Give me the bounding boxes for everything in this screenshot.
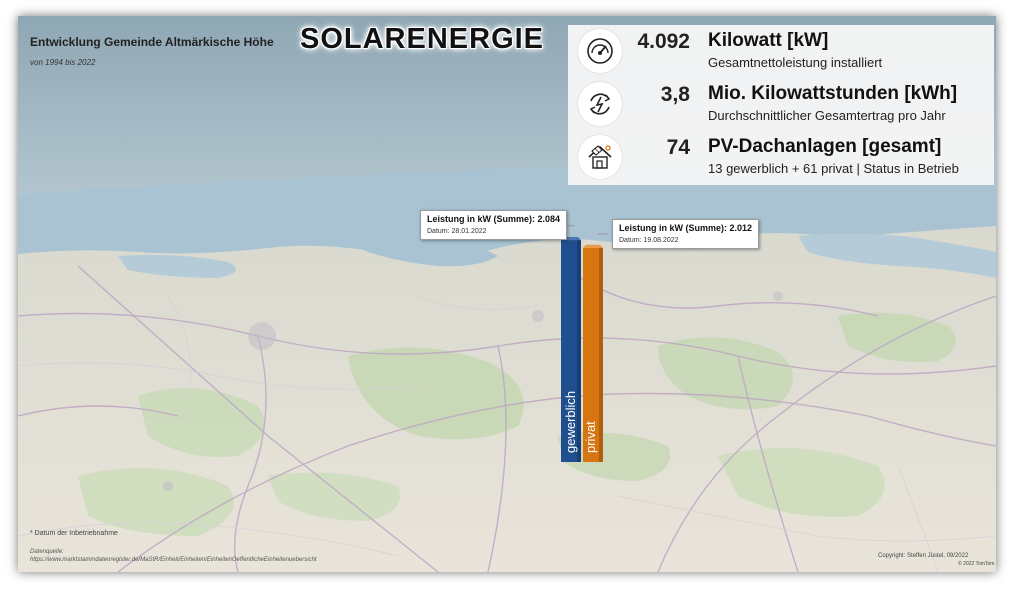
dashboard-frame: Entwicklung Gemeinde Altmärkische Höhe v… <box>18 16 996 572</box>
page-subtitle: von 1994 bis 2022 <box>30 58 96 67</box>
bar-label-privat: privat <box>583 421 598 453</box>
tooltip-title: Leistung in kW (Summe): 2.084 <box>427 214 561 224</box>
bar-shade-privat <box>599 247 603 462</box>
kpi-row-installations: 74 PV-Dachanlagen [gesamt] 13 gewerblich… <box>568 133 994 183</box>
tooltip-date: Datum: 19.08.2022 <box>619 237 679 244</box>
bar-cap-privat <box>583 244 603 248</box>
kpi-row-yield: 3,8 Mio. Kilowattstunden [kWh] Durchschn… <box>568 80 994 130</box>
kpi-row-power: 4.092 Kilowatt [kW] Gesamtnettoleistung … <box>568 27 994 77</box>
kpi-panel: 4.092 Kilowatt [kW] Gesamtnettoleistung … <box>568 25 994 185</box>
tooltip-privat: Leistung in kW (Summe): 2.012 Datum: 19.… <box>612 219 760 249</box>
solar-house-icon <box>578 135 622 179</box>
copyright: Copyright: Steffen Jüstel, 09/2022 <box>878 553 969 559</box>
kpi-value: 74 <box>666 136 690 159</box>
kpi-value: 4.092 <box>637 30 690 53</box>
kpi-value: 3,8 <box>660 83 690 106</box>
footnote: * Datum der Inbetriebnahme <box>30 530 118 537</box>
gauge-icon <box>578 29 622 73</box>
map-credit: © 2022 TomTom <box>958 561 995 567</box>
energy-cycle-icon <box>578 82 622 126</box>
tooltip-gewerblich: Leistung in kW (Summe): 2.084 Datum: 28.… <box>420 210 568 240</box>
tooltip-title: Leistung in kW (Summe): 2.012 <box>619 223 753 233</box>
bar-label-gewerblich: gewerblich <box>563 390 578 453</box>
kpi-unit: PV-Dachanlagen [gesamt] <box>708 136 942 157</box>
banner-title: SOLARENERGIE <box>300 23 545 55</box>
kpi-unit: Kilowatt [kW] <box>708 30 829 51</box>
page-title: Entwicklung Gemeinde Altmärkische Höhe <box>30 35 274 49</box>
tooltip-date: Datum: 28.01.2022 <box>427 228 487 235</box>
kpi-description: 13 gewerblich + 61 privat | Status in Be… <box>708 161 959 176</box>
kpi-description: Gesamtnettoleistung installiert <box>708 55 883 70</box>
kpi-description: Durchschnittlicher Gesamtertrag pro Jahr <box>708 108 946 123</box>
source-note: Datenquelle: https://www.marktstammdaten… <box>30 549 317 563</box>
kpi-unit: Mio. Kilowattstunden [kWh] <box>708 83 958 104</box>
